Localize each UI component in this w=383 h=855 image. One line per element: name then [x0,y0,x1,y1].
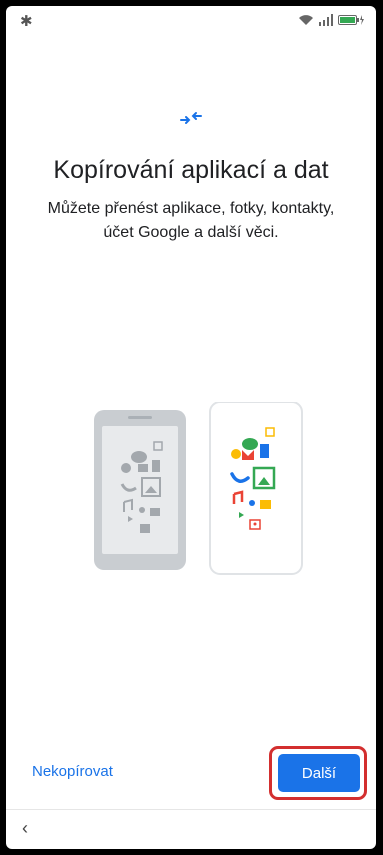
wifi-icon [299,15,313,25]
page-title: Kopírování aplikací a dat [53,156,329,184]
bluetooth-icon: ✱ [20,13,33,30]
status-icons [298,14,364,26]
signal-icon [319,14,333,26]
chevron-left-icon[interactable]: ‹ [22,818,28,839]
next-button[interactable]: Další [278,754,360,792]
battery-charging-icon [338,15,364,25]
page-subtitle: Můžete přenést aplikace, fotky, kontakty… [47,200,335,241]
transfer-arrows-icon [6,110,376,131]
skip-copy-link[interactable]: Nekopírovat [32,763,113,780]
setup-screen: ✱ Kopírování aplikací a dat Můžete přené… [6,6,376,849]
status-bar: ✱ [6,6,376,36]
nav-divider [6,809,376,810]
phone-frame: ✱ Kopírování aplikací a dat Můžete přené… [0,0,383,855]
phone-to-phone-transfer-illustration [94,402,303,575]
